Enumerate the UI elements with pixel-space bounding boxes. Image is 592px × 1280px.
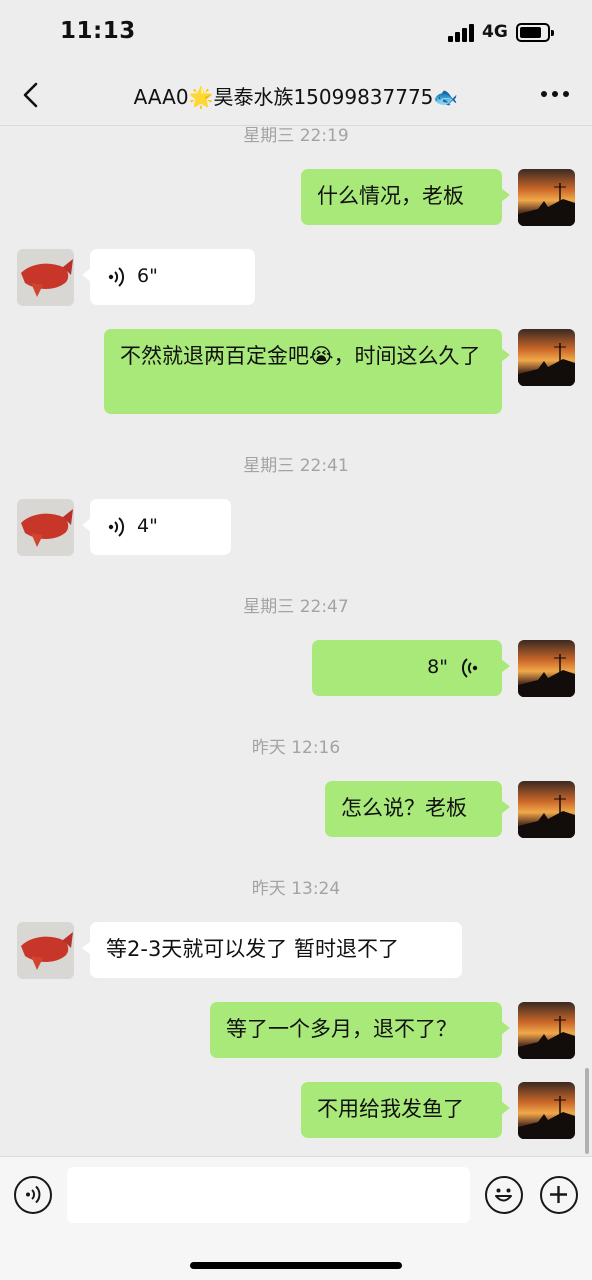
my-avatar[interactable] <box>518 781 575 838</box>
my-avatar[interactable] <box>518 1002 575 1059</box>
message-timestamp: 星期三 22:41 <box>243 456 349 476</box>
voice-wave-icon <box>108 517 125 537</box>
voice-mode-button[interactable] <box>14 1176 52 1214</box>
message-input[interactable] <box>67 1167 470 1223</box>
incoming-text-bubble[interactable]: 等2-3天就可以发了 暂时退不了 <box>82 922 462 978</box>
message-timestamp: 昨天 13:24 <box>251 879 341 899</box>
chat-title[interactable]: AAA0🌟昊泰水族15099837775🐟 <box>60 81 532 110</box>
outgoing-text-bubble[interactable]: 怎么说？老板 <box>325 781 510 837</box>
voice-wave-icon <box>461 658 478 678</box>
more-options-icon[interactable] <box>540 86 570 102</box>
message-text: 怎么说？老板 <box>341 796 467 820</box>
contact-avatar[interactable] <box>17 249 74 306</box>
outgoing-voice-bubble[interactable]: 8" <box>312 640 510 696</box>
my-avatar[interactable] <box>518 329 575 386</box>
my-avatar[interactable] <box>518 1082 575 1139</box>
voice-wave-icon <box>108 267 125 287</box>
chat-header: AAA0🌟昊泰水族15099837775🐟 <box>0 66 592 126</box>
contact-avatar[interactable] <box>17 499 74 556</box>
voice-duration: 4" <box>137 515 158 537</box>
incoming-voice-bubble[interactable]: 6" <box>82 249 255 305</box>
plus-icon <box>550 1186 567 1203</box>
message-text: 不用给我发鱼了 <box>317 1097 464 1121</box>
outgoing-text-bubble[interactable]: 等了一个多月，退不了？ <box>210 1002 510 1058</box>
my-avatar[interactable] <box>518 169 575 226</box>
voice-mode-icon <box>26 1185 41 1204</box>
emoji-icon <box>495 1188 512 1202</box>
my-avatar[interactable] <box>518 640 575 697</box>
status-time: 11:13 <box>60 18 136 44</box>
message-list[interactable]: 星期三 22:19 什么情况，老板 6" 不然就退两百定金吧😭，时间这么久了 星… <box>0 126 592 1156</box>
message-text: 等2-3天就可以发了 暂时退不了 <box>106 937 399 961</box>
voice-duration: 6" <box>137 265 158 287</box>
outgoing-text-bubble[interactable]: 什么情况，老板 <box>301 169 510 225</box>
home-indicator[interactable] <box>190 1262 402 1269</box>
message-text: 等了一个多月，退不了？ <box>226 1017 457 1041</box>
outgoing-text-bubble[interactable]: 不然就退两百定金吧😭，时间这么久了 <box>104 329 510 414</box>
battery-icon <box>516 23 554 42</box>
emoji-button[interactable] <box>485 1176 523 1214</box>
network-type: 4G <box>482 22 508 42</box>
scrollbar[interactable] <box>585 1068 589 1154</box>
more-functions-button[interactable] <box>540 1176 578 1214</box>
message-timestamp: 星期三 22:19 <box>243 126 349 146</box>
message-timestamp: 星期三 22:47 <box>243 597 349 617</box>
message-text: 不然就退两百定金吧😭，时间这么久了 <box>120 344 481 368</box>
message-timestamp: 昨天 12:16 <box>251 738 341 758</box>
signal-icon <box>448 24 476 42</box>
message-text: 什么情况，老板 <box>317 184 464 208</box>
voice-duration: 8" <box>427 656 448 678</box>
outgoing-text-bubble[interactable]: 不用给我发鱼了 <box>301 1082 510 1138</box>
back-arrow-icon[interactable] <box>20 80 44 110</box>
incoming-voice-bubble[interactable]: 4" <box>82 499 231 555</box>
status-bar: 11:13 4G <box>0 0 592 66</box>
contact-avatar[interactable] <box>17 922 74 979</box>
